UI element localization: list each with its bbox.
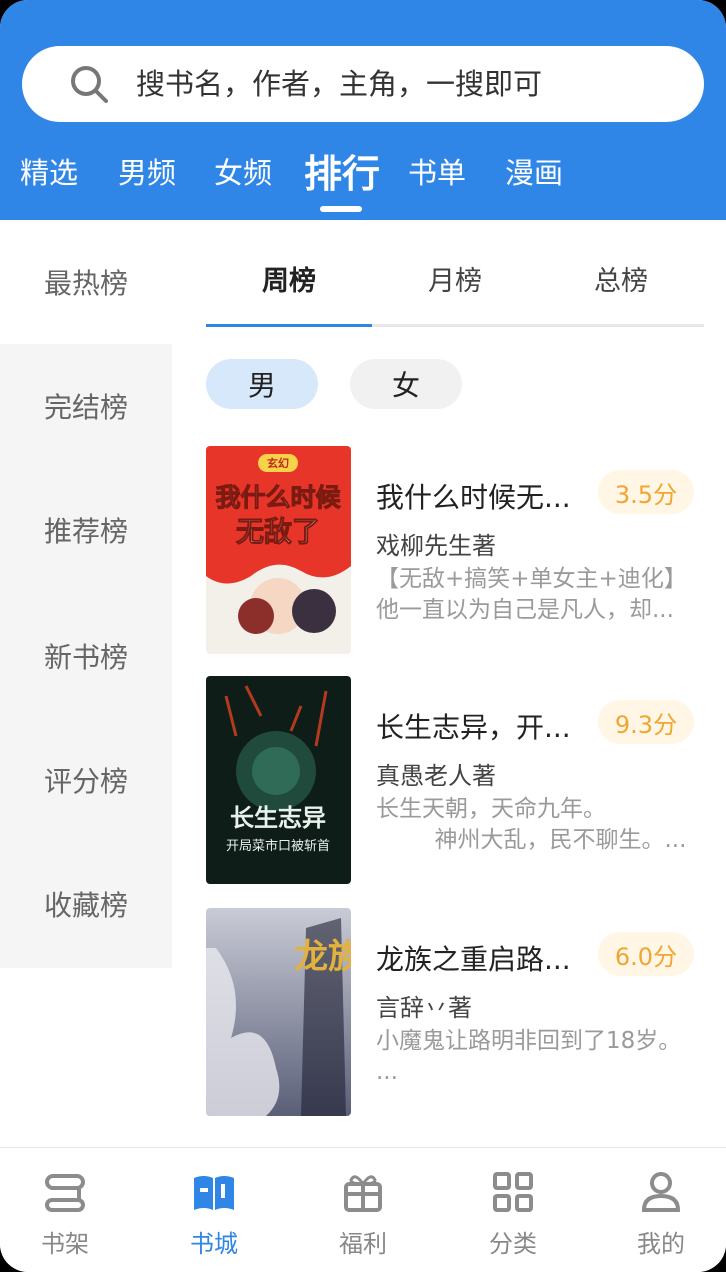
top-nav: 精选 男频 女频 排行 书单 漫画 xyxy=(0,140,726,220)
book-author: 言辞丷著 xyxy=(376,994,472,1022)
sidebar-item-finished[interactable]: 完结榜 xyxy=(0,344,172,468)
book-author: 戏柳先生著 xyxy=(376,532,496,560)
book-description: 长生天朝，天命九年。 神州大乱，民不聊生。... xyxy=(376,796,687,853)
rank-sidebar: 最热榜 完结榜 推荐榜 新书榜 评分榜 收藏榜 xyxy=(0,220,172,968)
tab-welfare[interactable]: 福利 xyxy=(298,1148,428,1272)
tab-label: 福利 xyxy=(339,1230,387,1258)
grid-icon xyxy=(493,1172,533,1212)
book-title: 我什么时候无... xyxy=(376,481,571,514)
tab-label: 我的 xyxy=(637,1230,685,1258)
tab-total[interactable]: 总榜 xyxy=(538,232,704,324)
tab-label: 书架 xyxy=(41,1230,89,1258)
tab-monthly[interactable]: 月榜 xyxy=(372,232,538,324)
book-cover: 龙族 xyxy=(206,908,351,1116)
tab-manhua[interactable]: 漫画 xyxy=(505,150,563,192)
sidebar-item-recommend[interactable]: 推荐榜 xyxy=(0,468,172,592)
search-bar[interactable]: 搜书名，作者，主角，一搜即可 xyxy=(22,46,704,122)
tab-bookshelf[interactable]: 书架 xyxy=(0,1148,130,1272)
tab-bookstore[interactable]: 书城 xyxy=(149,1148,279,1272)
cover-title-line1: 我什么时候 xyxy=(215,483,341,512)
sidebar-item-new[interactable]: 新书榜 xyxy=(0,594,172,718)
book-cover: 玄幻 我什么时候 无敌了 xyxy=(206,446,351,654)
book-cover: 长生志异 开局菜市口被斩首 xyxy=(206,676,351,884)
tab-label: 书城 xyxy=(190,1230,238,1258)
header: 搜书名，作者，主角，一搜即可 精选 男频 女频 排行 书单 漫画 xyxy=(0,0,726,220)
cover-title-line1: 长生志异 xyxy=(230,803,326,832)
tab-weekly[interactable]: 周榜 xyxy=(206,232,372,324)
search-icon xyxy=(71,66,108,103)
sidebar-item-favorite[interactable]: 收藏榜 xyxy=(0,842,172,966)
tab-jingxuan[interactable]: 精选 xyxy=(20,150,78,192)
book-score-badge: 3.5分 xyxy=(598,470,694,514)
tab-mine[interactable]: 我的 xyxy=(596,1148,726,1272)
book-title: 长生志异，开... xyxy=(376,711,571,744)
tab-nanpin[interactable]: 男频 xyxy=(118,150,176,192)
list-item[interactable]: 龙族 龙族之重启路... 6.0分 言辞丷著 小魔鬼让路明非回到了18岁。 ..… xyxy=(206,908,706,1118)
bottom-tab-bar: 书架 书城 福利 分类 我的 xyxy=(0,1147,726,1272)
list-item[interactable]: 长生志异 开局菜市口被斩首 长生志异，开... 9.3分 真愚老人著 长生天朝，… xyxy=(206,676,706,886)
book-author: 真愚老人著 xyxy=(376,762,496,790)
app-screen: 搜书名，作者，主角，一搜即可 精选 男频 女频 排行 书单 漫画 最热榜 完结榜… xyxy=(0,0,726,1272)
rank-period-tabs: 周榜 月榜 总榜 xyxy=(206,232,704,328)
tab-category[interactable]: 分类 xyxy=(448,1148,578,1272)
user-icon xyxy=(641,1172,681,1212)
book-open-icon xyxy=(194,1176,234,1210)
book-description: 【无敌+搞笑+单女主+迪化】他一直以为自己是凡人，却... xyxy=(376,566,687,623)
book-title: 龙族之重启路... xyxy=(376,943,571,976)
list-item[interactable]: 玄幻 我什么时候 无敌了 我什么时候无... 3.5分 戏柳先生著 【无敌+搞笑… xyxy=(206,446,706,656)
book-score-badge: 9.3分 xyxy=(598,700,694,744)
tab-shudan[interactable]: 书单 xyxy=(408,150,466,192)
active-tab-indicator xyxy=(320,206,362,212)
sidebar-item-rating[interactable]: 评分榜 xyxy=(0,718,172,842)
sidebar-item-hot[interactable]: 最热榜 xyxy=(0,220,172,344)
gender-male-pill[interactable]: 男 xyxy=(206,359,318,409)
bookshelf-icon xyxy=(45,1174,85,1212)
tab-paihang[interactable]: 排行 xyxy=(304,143,380,198)
search-placeholder: 搜书名，作者，主角，一搜即可 xyxy=(136,67,543,101)
book-score-badge: 6.0分 xyxy=(598,932,694,976)
cover-title-line2: 无敌了 xyxy=(236,515,320,548)
gender-female-pill[interactable]: 女 xyxy=(350,359,462,409)
tab-label: 分类 xyxy=(489,1230,537,1258)
cover-title: 龙族 xyxy=(294,937,351,977)
gift-icon xyxy=(344,1175,382,1212)
book-description: 小魔鬼让路明非回到了18岁。 ... xyxy=(376,1028,689,1085)
tab-nvpin[interactable]: 女频 xyxy=(214,150,272,192)
rank-tab-indicator xyxy=(206,324,372,327)
cover-title-line2: 开局菜市口被斩首 xyxy=(226,838,330,854)
cover-badge: 玄幻 xyxy=(267,456,289,470)
